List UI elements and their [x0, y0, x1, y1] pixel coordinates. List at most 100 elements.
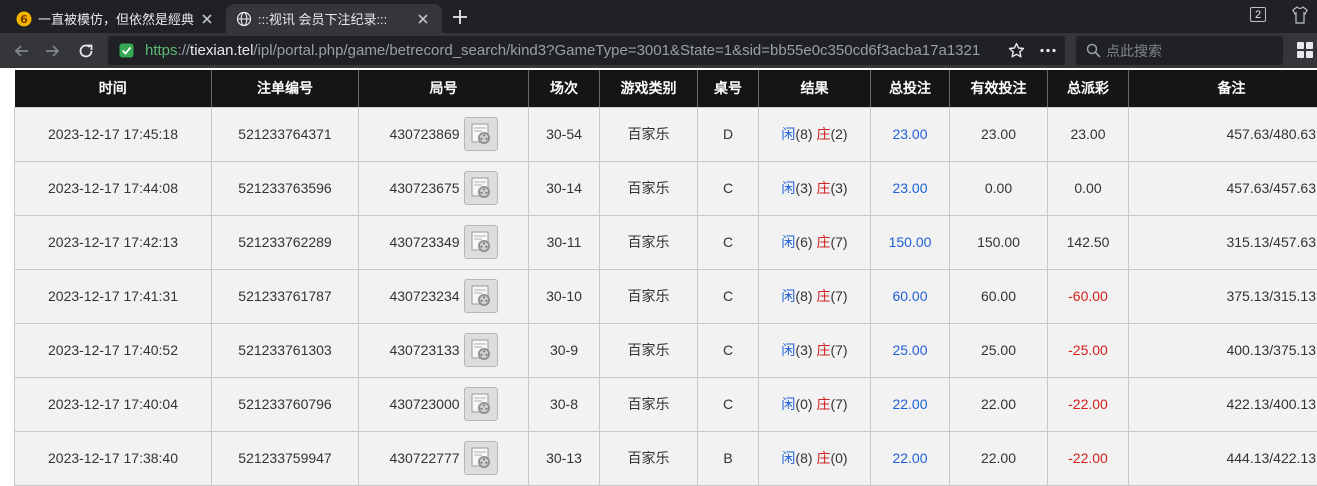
back-arrow-icon[interactable] — [12, 41, 32, 61]
round-id-group: 430723675 — [389, 171, 497, 205]
cell-game-type: 百家乐 — [600, 323, 698, 377]
new-tab-icon[interactable] — [450, 7, 470, 27]
cell-result[interactable]: 闲(3) 庄(7) — [759, 323, 871, 377]
player-label: 闲 — [781, 234, 795, 250]
search-box[interactable] — [1076, 36, 1283, 65]
tab-count-badge[interactable]: 2 — [1250, 7, 1266, 22]
cell-game-type: 百家乐 — [600, 377, 698, 431]
cell-valid-bet: 22.00 — [950, 377, 1048, 431]
address-bar[interactable]: https://tiexian.tel/ipl/portal.php/game/… — [108, 36, 1065, 65]
browser-tab-2[interactable]: :::视讯 会员下注纪录::: — [226, 4, 442, 33]
svg-text:6: 6 — [20, 13, 28, 26]
cell-total-bet[interactable]: 22.00 — [871, 431, 950, 485]
table-row: 2023-12-17 17:45:18 521233764371 4307238… — [15, 107, 1317, 161]
url-text[interactable]: https://tiexian.tel/ipl/portal.php/game/… — [145, 36, 1005, 65]
cell-total-bet[interactable]: 23.00 — [871, 107, 950, 161]
cell-payout: 23.00 — [1048, 107, 1129, 161]
cell-round-id: 430723869 — [359, 107, 529, 161]
cell-game-type: 百家乐 — [600, 215, 698, 269]
close-tab-icon[interactable] — [416, 12, 430, 26]
replay-video-button[interactable] — [464, 171, 498, 205]
cell-total-bet[interactable]: 25.00 — [871, 323, 950, 377]
header-session: 场次 — [529, 70, 600, 107]
globe-icon — [236, 11, 252, 27]
cell-note: 457.63/480.63 — [1129, 107, 1317, 161]
cell-result[interactable]: 闲(8) 庄(7) — [759, 269, 871, 323]
url-host: tiexian.tel — [190, 42, 253, 59]
close-tab-icon[interactable] — [200, 12, 214, 26]
round-id-text: 430723133 — [389, 342, 459, 358]
banker-label: 庄 — [816, 396, 830, 412]
cell-time: 2023-12-17 17:40:52 — [15, 323, 212, 377]
url-scheme: https — [145, 42, 178, 59]
cell-time: 2023-12-17 17:45:18 — [15, 107, 212, 161]
player-score: (3) — [795, 342, 812, 358]
table-row: 2023-12-17 17:44:08 521233763596 4307236… — [15, 161, 1317, 215]
more-dots-icon[interactable] — [1039, 42, 1057, 59]
theme-shirt-icon[interactable] — [1292, 6, 1308, 24]
cell-table-no: C — [698, 269, 759, 323]
bookmark-star-icon[interactable] — [1008, 42, 1025, 59]
replay-video-button[interactable] — [464, 225, 498, 259]
cell-total-bet[interactable]: 150.00 — [871, 215, 950, 269]
cell-total-bet[interactable]: 23.00 — [871, 161, 950, 215]
table-row: 2023-12-17 17:41:31 521233761787 4307232… — [15, 269, 1317, 323]
replay-video-button[interactable] — [464, 117, 498, 151]
header-result: 结果 — [759, 70, 871, 107]
round-id-text: 430723234 — [389, 288, 459, 304]
forward-arrow-icon[interactable] — [42, 41, 62, 61]
cell-result[interactable]: 闲(0) 庄(7) — [759, 377, 871, 431]
cell-order-id: 521233761303 — [212, 323, 359, 377]
replay-video-button[interactable] — [464, 279, 498, 313]
cell-session: 30-13 — [529, 431, 600, 485]
secure-check-icon[interactable] — [119, 43, 134, 58]
cell-payout: -22.00 — [1048, 431, 1129, 485]
header-note: 备注 — [1129, 70, 1317, 107]
cell-result[interactable]: 闲(8) 庄(0) — [759, 431, 871, 485]
tab-title: :::视讯 会员下注纪录::: — [258, 9, 416, 28]
cell-session: 30-9 — [529, 323, 600, 377]
browser-toolbar: https://tiexian.tel/ipl/portal.php/game/… — [0, 33, 1317, 68]
header-table-no: 桌号 — [698, 70, 759, 107]
cell-time: 2023-12-17 17:44:08 — [15, 161, 212, 215]
cell-total-bet[interactable]: 60.00 — [871, 269, 950, 323]
cell-round-id: 430723349 — [359, 215, 529, 269]
page-content: 时间 注单编号 局号 场次 游戏类别 桌号 结果 总投注 有效投注 总派彩 备注… — [0, 68, 1317, 485]
banker-label: 庄 — [816, 180, 830, 196]
cell-note: 400.13/375.13 — [1129, 323, 1317, 377]
replay-video-button[interactable] — [464, 333, 498, 367]
cell-round-id: 430722777 — [359, 431, 529, 485]
cell-table-no: B — [698, 431, 759, 485]
round-id-group: 430723869 — [389, 117, 497, 151]
cell-result[interactable]: 闲(3) 庄(3) — [759, 161, 871, 215]
cell-session: 30-54 — [529, 107, 600, 161]
cell-table-no: D — [698, 107, 759, 161]
cell-total-bet[interactable]: 22.00 — [871, 377, 950, 431]
reload-icon[interactable] — [76, 41, 96, 61]
url-path: /ipl/portal.php/game/betrecord_search/ki… — [253, 42, 980, 59]
cell-game-type: 百家乐 — [600, 269, 698, 323]
search-input[interactable] — [1106, 36, 1276, 65]
cell-table-no: C — [698, 377, 759, 431]
table-row: 2023-12-17 17:40:04 521233760796 4307230… — [15, 377, 1317, 431]
cell-result[interactable]: 闲(8) 庄(2) — [759, 107, 871, 161]
round-id-text: 430723675 — [389, 180, 459, 196]
cell-note: 375.13/315.13 — [1129, 269, 1317, 323]
cell-round-id: 430723675 — [359, 161, 529, 215]
player-score: (8) — [795, 126, 812, 142]
cell-order-id: 521233760796 — [212, 377, 359, 431]
banker-label: 庄 — [816, 342, 830, 358]
replay-video-button[interactable] — [464, 387, 498, 421]
banker-score: (7) — [830, 288, 847, 304]
browser-tab-strip: 6 一直被模仿，但依然是經典 :::视讯 会员下注纪录::: 2 — [0, 0, 1317, 33]
player-label: 闲 — [781, 396, 795, 412]
cell-round-id: 430723133 — [359, 323, 529, 377]
browser-tab-1[interactable]: 6 一直被模仿，但依然是經典 — [6, 4, 226, 33]
cell-valid-bet: 22.00 — [950, 431, 1048, 485]
cell-table-no: C — [698, 161, 759, 215]
apps-grid-icon[interactable] — [1297, 42, 1313, 58]
replay-video-button[interactable] — [464, 441, 498, 475]
site-favicon-icon: 6 — [16, 11, 32, 27]
player-score: (0) — [795, 396, 812, 412]
cell-result[interactable]: 闲(6) 庄(7) — [759, 215, 871, 269]
